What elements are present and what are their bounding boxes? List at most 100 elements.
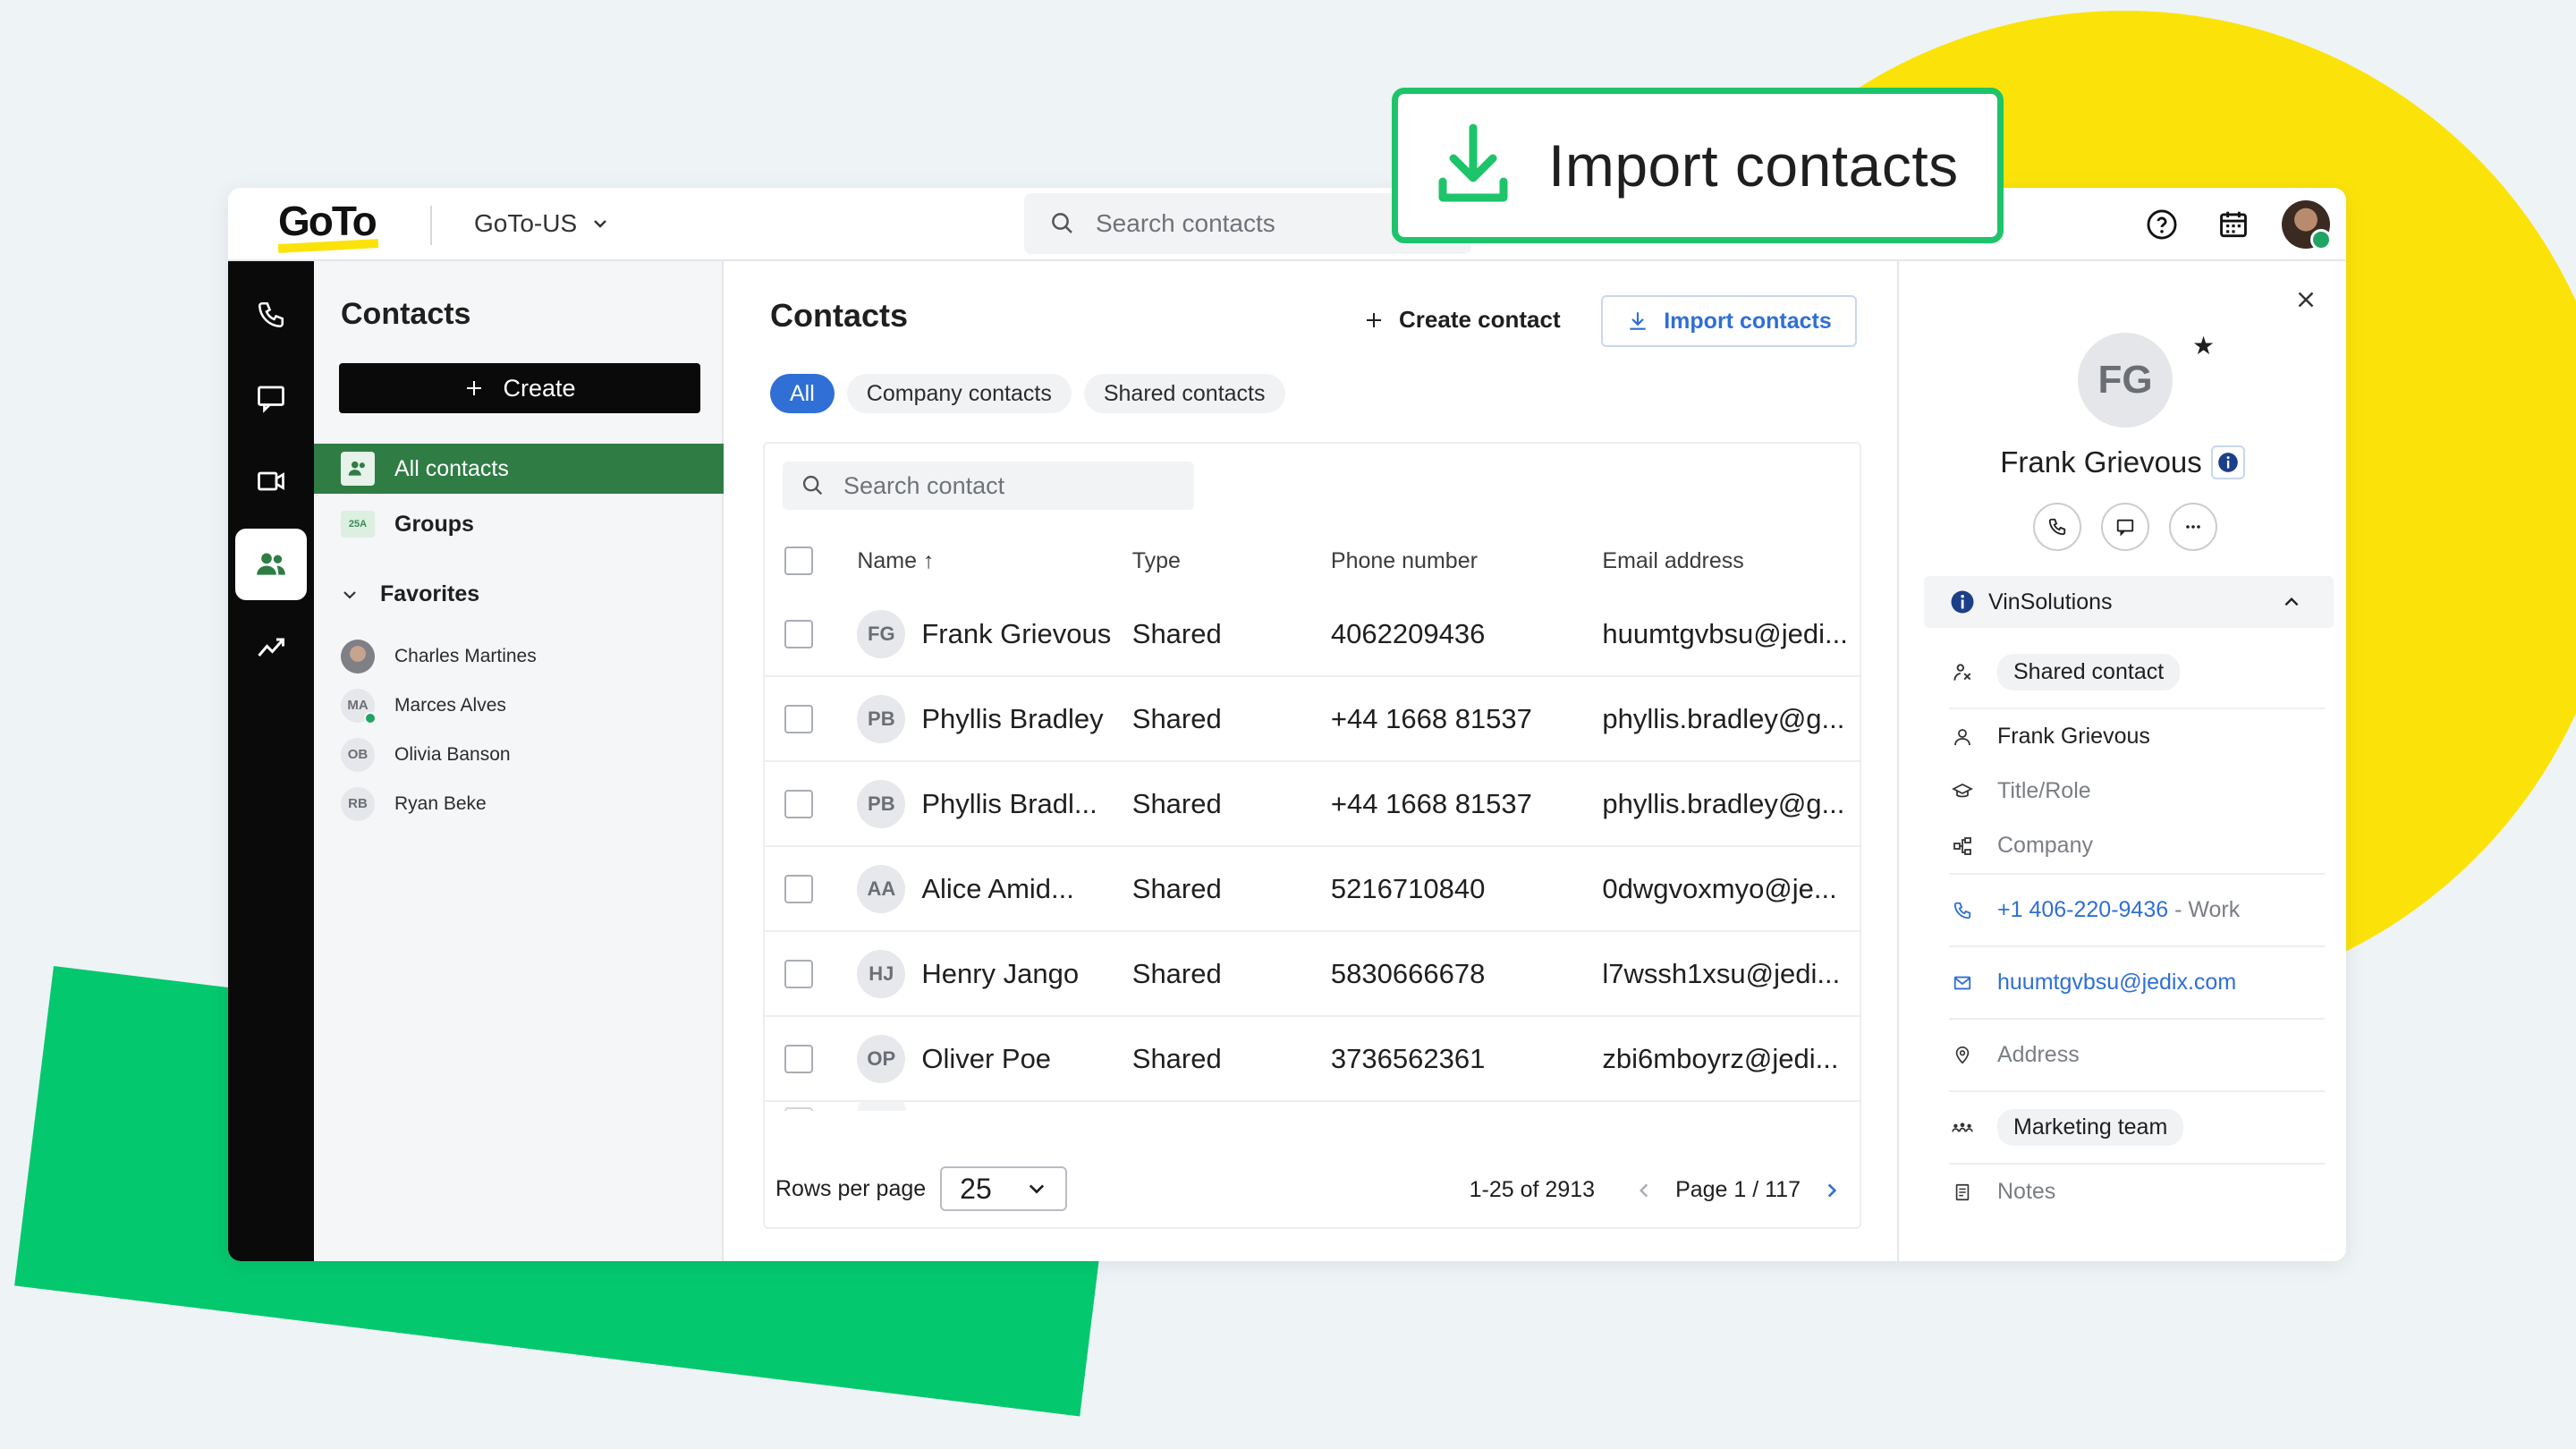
table-row[interactable]: HJ Henry Jango Shared 5830666678 l7wssh1x… bbox=[765, 932, 1860, 1017]
message-button[interactable] bbox=[2101, 503, 2149, 551]
help-icon[interactable] bbox=[2139, 201, 2185, 248]
favorite-item[interactable]: OB Olivia Banson bbox=[341, 730, 537, 779]
favorite-star-icon[interactable]: ★ bbox=[2192, 331, 2215, 360]
group-pill[interactable]: Marketing team bbox=[1997, 1109, 2184, 1146]
sidebar-item-all-contacts[interactable]: All contacts bbox=[314, 444, 724, 494]
rows-per-page: Rows per page 25 bbox=[775, 1166, 1068, 1211]
tab-shared-contacts[interactable]: Shared contacts bbox=[1083, 374, 1285, 413]
column-name[interactable]: Name ↑ bbox=[857, 548, 1131, 574]
tab-company-contacts[interactable]: Company contacts bbox=[846, 374, 1072, 413]
table-row-partial[interactable] bbox=[765, 1102, 1860, 1111]
create-contact-button[interactable]: Create contact bbox=[1363, 306, 1561, 334]
location-pin-icon bbox=[1949, 1046, 1976, 1065]
chevron-down-icon bbox=[1030, 1184, 1045, 1194]
import-contacts-button[interactable]: Import contacts bbox=[1601, 295, 1857, 347]
info-icon bbox=[1951, 590, 1974, 614]
table-footer: Rows per page 25 1-25 of 2913 Page 1 / 1… bbox=[765, 1150, 1860, 1227]
shared-contact-row: Shared contact bbox=[1949, 637, 2325, 709]
table-row[interactable]: PB Phyllis Bradl... Shared +44 1668 81537… bbox=[765, 762, 1860, 847]
chat-icon[interactable] bbox=[235, 362, 307, 434]
more-icon bbox=[2186, 525, 2200, 529]
phone-type: - Work bbox=[2174, 897, 2241, 922]
row-checkbox[interactable] bbox=[784, 959, 813, 988]
email-link[interactable]: huumtgvbsu@jedix.com bbox=[1997, 970, 2236, 996]
favorites-toggle[interactable]: Favorites bbox=[341, 581, 479, 607]
title-role-row[interactable]: Title/Role bbox=[1949, 764, 2325, 818]
person-icon bbox=[1949, 726, 1976, 748]
company-icon bbox=[1949, 835, 1976, 857]
contact-details-panel: FG ★ Frank Grievous VinSolutions Shared … bbox=[1897, 261, 2346, 1261]
search-contact-input[interactable]: Search contact bbox=[783, 462, 1194, 510]
filter-tabs: All Company contacts Shared contacts bbox=[770, 374, 1285, 413]
row-checkbox[interactable] bbox=[784, 789, 813, 818]
phone-icon bbox=[2048, 518, 2066, 536]
sidebar-item-label: All contacts bbox=[394, 455, 509, 481]
contacts-main: Contacts Create contact Import contacts … bbox=[724, 261, 1899, 1261]
row-checkbox[interactable] bbox=[784, 1044, 813, 1073]
avatar: HJ bbox=[857, 949, 906, 998]
column-email[interactable]: Email address bbox=[1602, 548, 1860, 574]
notes-icon bbox=[1949, 1182, 1976, 1202]
video-icon[interactable] bbox=[235, 445, 307, 517]
table-row[interactable]: OP Oliver Poe Shared 3736562361 zbi6mboyr… bbox=[765, 1017, 1860, 1102]
company-row[interactable]: Company bbox=[1949, 818, 2325, 873]
title-role-placeholder: Title/Role bbox=[1997, 778, 2091, 803]
analytics-icon[interactable] bbox=[235, 612, 307, 683]
phone-icon[interactable] bbox=[235, 279, 307, 351]
avatar: MA bbox=[341, 688, 377, 724]
info-icon[interactable] bbox=[2210, 445, 2245, 479]
row-checkbox[interactable] bbox=[784, 1107, 813, 1111]
call-button[interactable] bbox=[2033, 503, 2081, 551]
column-phone[interactable]: Phone number bbox=[1331, 548, 1602, 574]
contact-phone: 5216710840 bbox=[1330, 872, 1486, 904]
contact-name: Alice Amid... bbox=[921, 872, 1074, 904]
full-name-row: Frank Grievous bbox=[1949, 709, 2325, 764]
contact-type: Shared bbox=[1131, 702, 1222, 734]
favorite-name: Olivia Banson bbox=[394, 743, 511, 765]
contacts-icon[interactable] bbox=[235, 529, 307, 600]
column-type[interactable]: Type bbox=[1132, 548, 1331, 574]
table-row[interactable]: AA Alice Amid... Shared 5216710840 0dwgvo… bbox=[765, 847, 1860, 932]
phone-row[interactable]: +1 406-220-9436 - Work bbox=[1949, 875, 2325, 947]
sidebar-item-groups[interactable]: 25A Groups bbox=[314, 499, 724, 549]
goto-logo[interactable]: GoTo bbox=[278, 197, 377, 245]
plus-icon bbox=[467, 381, 482, 395]
mail-icon bbox=[1949, 973, 1976, 993]
pagination-range: 1-25 of 2913 bbox=[1469, 1177, 1596, 1202]
select-all-checkbox[interactable] bbox=[784, 547, 813, 575]
account-switcher[interactable]: GoTo-US bbox=[474, 209, 609, 238]
more-button[interactable] bbox=[2169, 503, 2217, 551]
user-avatar[interactable] bbox=[2282, 200, 2332, 250]
tab-all[interactable]: All bbox=[770, 374, 835, 413]
row-checkbox[interactable] bbox=[784, 874, 813, 903]
close-icon[interactable] bbox=[2292, 286, 2319, 313]
contact-phone: 4062209436 bbox=[1330, 617, 1486, 649]
contact-phone: +44 1668 81537 bbox=[1330, 702, 1532, 734]
row-checkbox[interactable] bbox=[784, 619, 813, 648]
top-bar: GoTo GoTo-US Search contacts bbox=[228, 188, 2346, 261]
search-contact-placeholder: Search contact bbox=[843, 471, 1005, 499]
table-row[interactable]: PB Phyllis Bradley Shared +44 1668 81537 … bbox=[765, 677, 1860, 762]
notes-row[interactable]: Notes bbox=[1949, 1165, 2325, 1219]
phone-link[interactable]: +1 406-220-9436 bbox=[1997, 897, 2168, 922]
create-button[interactable]: Create bbox=[339, 363, 700, 413]
contact-email: l7wssh1xsu@jedi... bbox=[1602, 957, 1841, 989]
chevron-left-icon[interactable] bbox=[1634, 1181, 1654, 1200]
shared-contact-icon bbox=[1949, 661, 1976, 684]
calendar-icon[interactable] bbox=[2210, 201, 2257, 248]
address-row[interactable]: Address bbox=[1949, 1020, 2325, 1092]
table-row[interactable]: FG Frank Grievous Shared 4062209436 huumt… bbox=[765, 592, 1860, 677]
shared-contact-pill: Shared contact bbox=[1997, 654, 2181, 691]
email-row[interactable]: huumtgvbsu@jedix.com bbox=[1949, 947, 2325, 1020]
row-checkbox[interactable] bbox=[784, 704, 813, 733]
notes-placeholder: Notes bbox=[1997, 1179, 2056, 1204]
favorite-item[interactable]: Charles Martines bbox=[341, 631, 537, 681]
rows-per-page-label: Rows per page bbox=[775, 1175, 927, 1201]
rows-per-page-select[interactable]: 25 bbox=[940, 1166, 1068, 1211]
topbar-divider bbox=[430, 206, 432, 245]
favorite-item[interactable]: RB Ryan Beke bbox=[341, 779, 537, 828]
vinsolutions-section-header[interactable]: VinSolutions bbox=[1924, 576, 2334, 628]
chevron-right-icon[interactable] bbox=[1822, 1181, 1842, 1200]
favorite-item[interactable]: MA Marces Alves bbox=[341, 681, 537, 730]
contact-type: Shared bbox=[1131, 787, 1222, 819]
